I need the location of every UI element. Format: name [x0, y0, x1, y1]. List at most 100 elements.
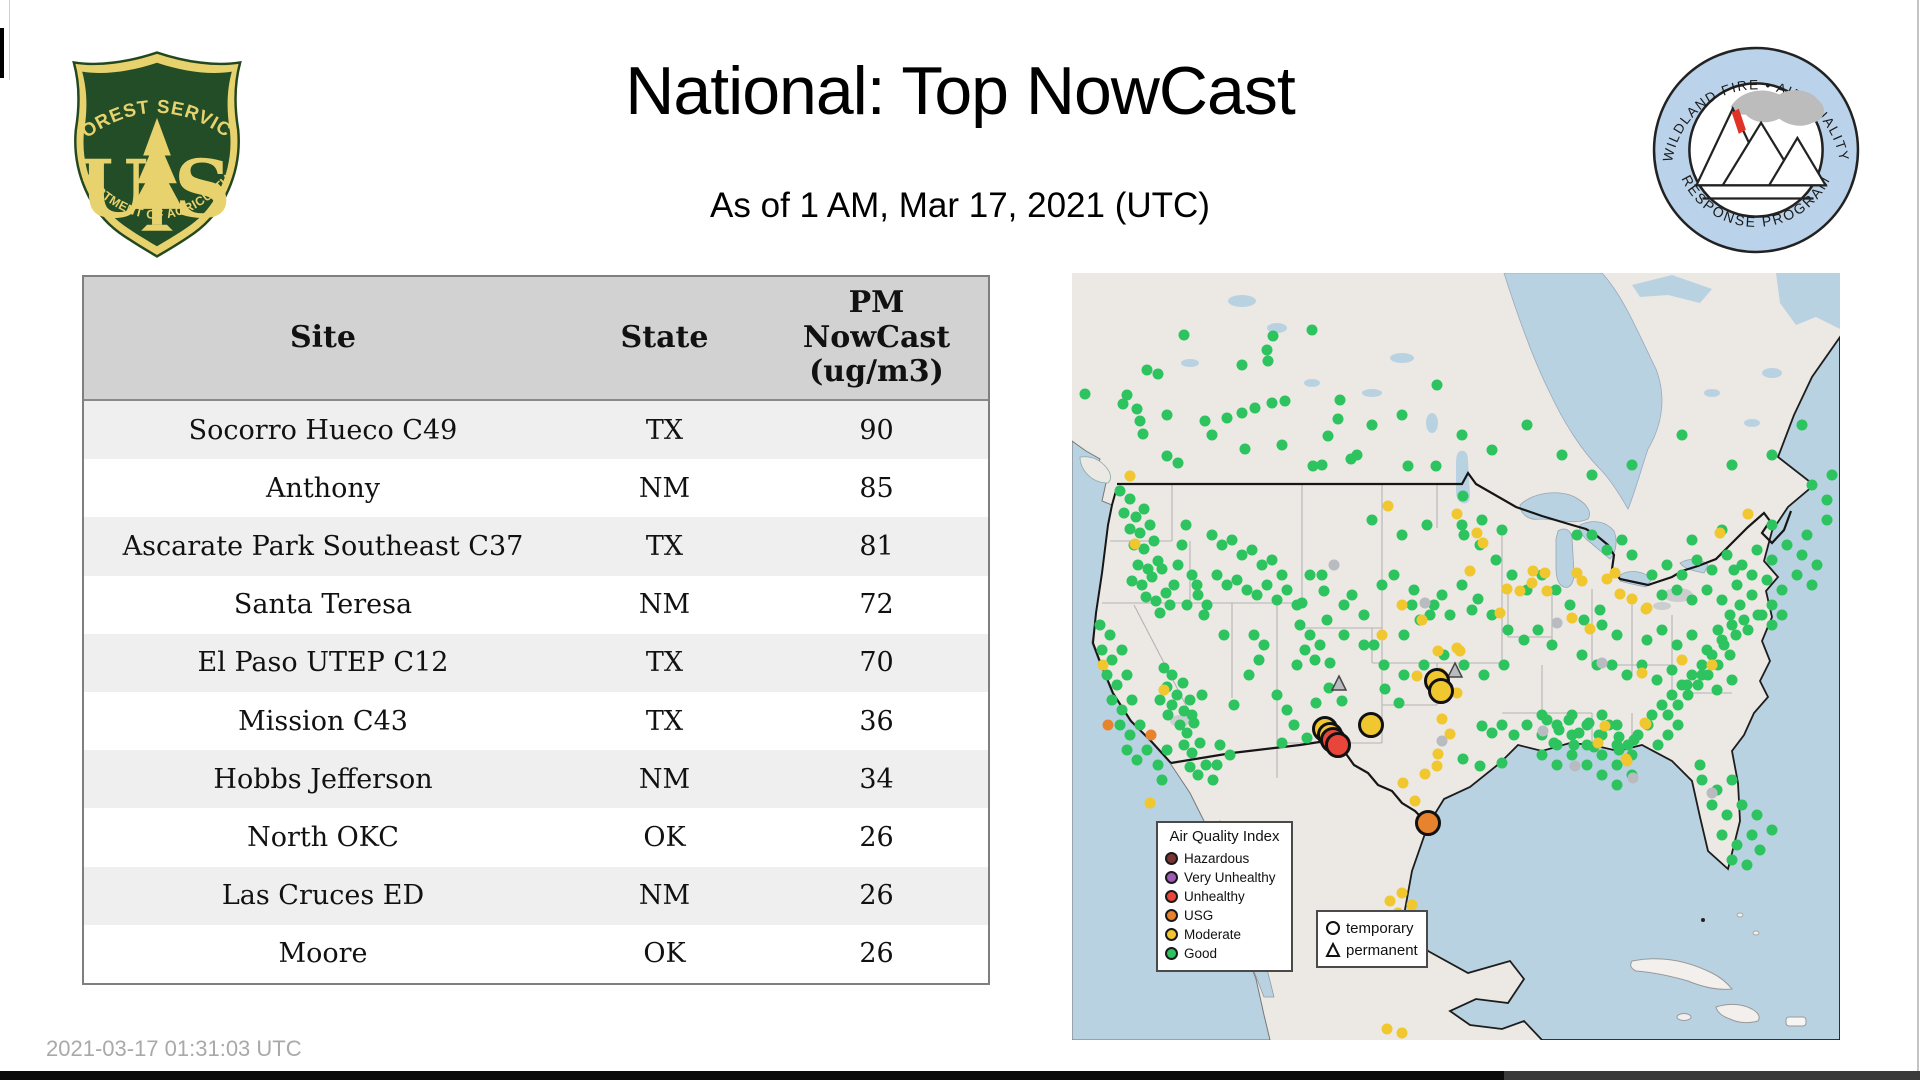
station-dot: [1304, 629, 1316, 641]
station-dot: [1316, 569, 1328, 581]
station-dot: [1518, 634, 1530, 646]
station-dot: [1761, 574, 1773, 586]
station-dot: [1419, 597, 1431, 609]
station-dot: [1616, 534, 1628, 546]
station-dot: [1741, 859, 1753, 871]
station-dot: [1226, 534, 1238, 546]
station-dot: [1207, 774, 1219, 786]
station-dot: [1521, 719, 1533, 731]
station-dot: [1641, 634, 1653, 646]
station-dot: [1416, 614, 1428, 626]
station-dot: [1304, 569, 1316, 581]
station-dot: [1490, 554, 1502, 566]
aqi-legend-label: USG: [1184, 908, 1214, 923]
station-dot: [1198, 609, 1210, 621]
station-dot: [1566, 612, 1578, 624]
station-dot: [1162, 709, 1174, 721]
station-dot: [1136, 579, 1148, 591]
page-title: National: Top NowCast: [625, 53, 1295, 129]
station-dot: [1578, 614, 1590, 626]
station-dot: [1714, 527, 1726, 539]
station-dot: [1266, 554, 1278, 566]
wfaqrp-logo: WILDLAND FIRE • AIR QUALITY RESPONSE PRO…: [1652, 46, 1860, 254]
station-dot: [1236, 407, 1248, 419]
station-dot: [1640, 603, 1652, 615]
station-dot: [1094, 619, 1106, 631]
station-dot: [1726, 674, 1738, 686]
station-dot: [1306, 324, 1318, 336]
station-dot: [1336, 695, 1348, 707]
station-dot: [1251, 589, 1263, 601]
station-dot: [1706, 564, 1718, 576]
station-dot: [1239, 443, 1251, 455]
station-dot: [1464, 565, 1476, 577]
station-dot: [1474, 760, 1486, 772]
station-dot: [1146, 571, 1158, 583]
station-dot: [1498, 659, 1510, 671]
station-dot: [1766, 599, 1778, 611]
station-dot: [1613, 731, 1625, 743]
col-header-pm: PM NowCast (ug/m3): [802, 285, 951, 390]
station-dot: [1104, 629, 1116, 641]
station-dot: [1124, 470, 1136, 482]
station-dot: [1527, 565, 1539, 577]
station-dot: [1114, 719, 1126, 731]
station-dot: [1106, 694, 1118, 706]
station-dot: [1338, 599, 1350, 611]
station-dot: [1596, 769, 1608, 781]
station-dot: [1712, 624, 1724, 636]
site-cell: North OKC: [247, 822, 399, 854]
station-dot: [1393, 697, 1405, 709]
station-dot: [1299, 644, 1311, 656]
aqi-legend-item: Good: [1165, 944, 1284, 963]
station-dot: [1609, 567, 1621, 579]
station-dot: [1192, 769, 1204, 781]
station-dot: [1124, 523, 1136, 535]
station-dot: [1411, 670, 1423, 682]
station-dot: [1266, 397, 1278, 409]
station-dot: [1206, 529, 1218, 541]
station-dot: [1736, 799, 1748, 811]
station-dot: [1646, 569, 1658, 581]
station-dot: [1318, 585, 1330, 597]
station-dot: [1563, 714, 1575, 726]
station-dot: [1152, 759, 1164, 771]
aqi-legend: Air Quality Index Hazardous Very Unhealth…: [1156, 821, 1293, 972]
value-cell: 26: [859, 822, 894, 854]
station-dot: [1539, 567, 1551, 579]
station-dot: [1388, 569, 1400, 581]
table-header-row: Site State PM NowCast (ug/m3): [84, 277, 988, 401]
station-dot: [1584, 623, 1596, 635]
station-dot: [1141, 364, 1153, 376]
station-dot: [1436, 735, 1448, 747]
station-dot: [1156, 774, 1168, 786]
station-dot: [1628, 734, 1640, 746]
state-cell: TX: [645, 647, 684, 679]
station-dot: [1324, 657, 1336, 669]
station-dot: [1796, 549, 1808, 561]
table-row: Ascarate Park Southeast C37 TX 81: [84, 517, 988, 576]
station-dot: [1396, 887, 1408, 899]
value-cell: 81: [859, 531, 894, 562]
station-dot: [1656, 624, 1668, 636]
station-dot: [1276, 439, 1288, 451]
station-dot: [1686, 629, 1698, 641]
station-dot: [1261, 344, 1273, 356]
station-dot: [1596, 619, 1608, 631]
station-dot: [1096, 644, 1108, 656]
station-dot: [1409, 795, 1421, 807]
station-dot: [1706, 787, 1718, 799]
top-nowcast-station-marker: [1428, 678, 1454, 704]
station-dot: [1806, 479, 1818, 491]
station-dot: [1564, 599, 1576, 611]
station-dot: [1611, 759, 1623, 771]
station-dot: [1742, 624, 1754, 636]
station-dot: [1456, 519, 1468, 531]
station-dot: [1556, 449, 1568, 461]
station-dot: [1134, 527, 1146, 539]
station-dot: [1766, 449, 1778, 461]
station-dot: [1477, 537, 1489, 549]
station-dot: [1599, 720, 1611, 732]
station-dot: [1126, 694, 1138, 706]
station-dot: [1821, 494, 1833, 506]
